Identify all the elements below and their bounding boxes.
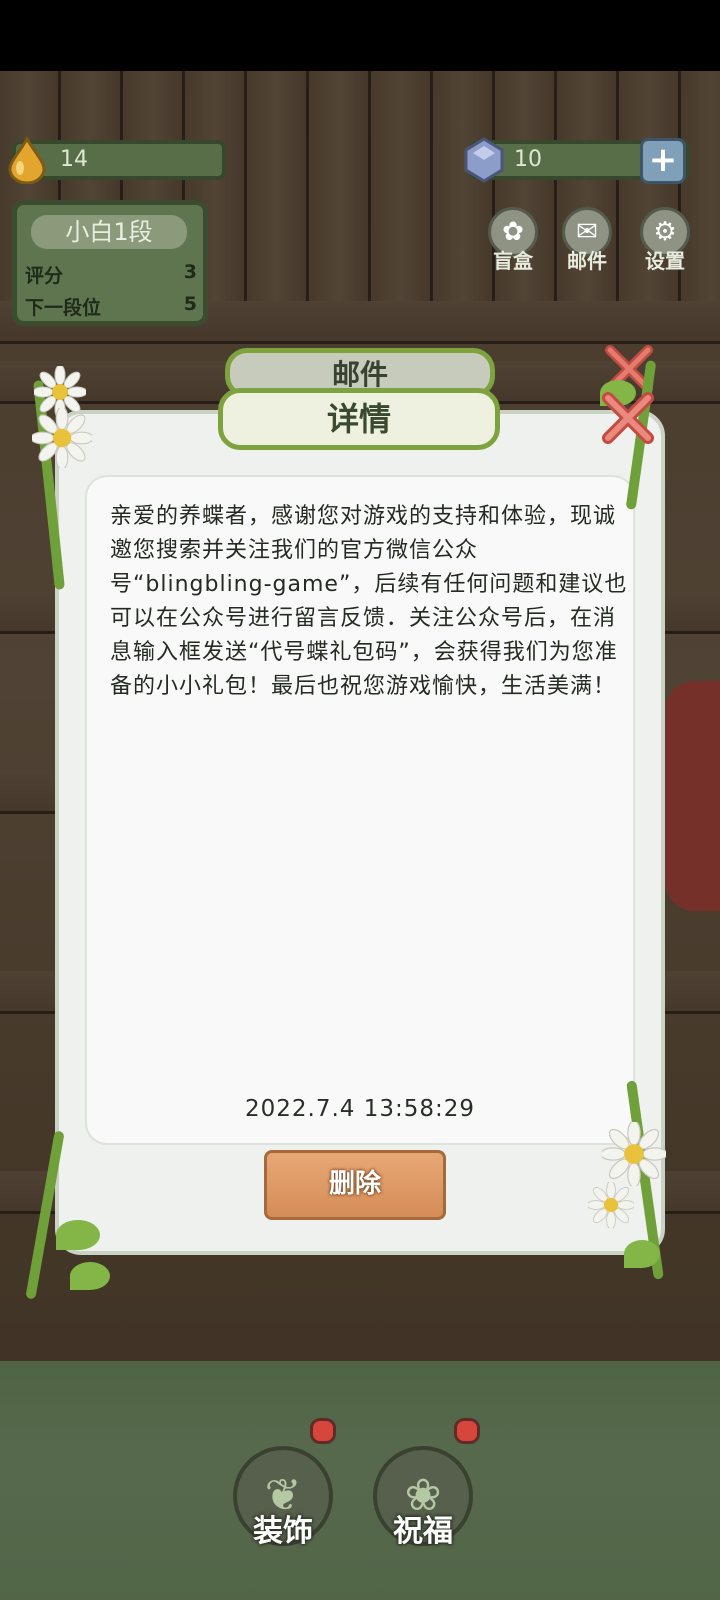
- daisy-icon: [588, 1182, 634, 1228]
- decorate-label: 装饰: [253, 1514, 313, 1549]
- delete-button[interactable]: 删除: [264, 1150, 446, 1220]
- gem-icon: [464, 137, 504, 183]
- rank-title: 小白1段: [31, 215, 187, 249]
- decorate-notification-dot: [310, 1418, 336, 1444]
- daisy-icon: [602, 1122, 666, 1186]
- blessing-notification-dot: [454, 1418, 480, 1444]
- status-bar: [0, 0, 720, 71]
- next-rank-value: 5: [183, 293, 197, 315]
- score-row: 评分 3: [25, 261, 197, 287]
- leaf-decoration: [624, 1240, 660, 1268]
- leaf-decoration: [70, 1262, 110, 1290]
- blessing-button[interactable]: ❀ 祝福: [368, 1446, 478, 1566]
- score-value: 3: [183, 261, 197, 283]
- next-rank-row: 下一段位 5: [25, 293, 197, 319]
- plus-icon: +: [648, 140, 678, 180]
- rank-panel: 小白1段 评分 3 下一段位 5: [12, 200, 208, 326]
- settings-button[interactable]: ⚙ 设置: [632, 207, 698, 277]
- water-count: 14: [60, 147, 88, 172]
- mail-label: 邮件: [567, 249, 607, 273]
- blindbox-label: 盲盒: [493, 249, 533, 273]
- add-gem-button[interactable]: +: [640, 138, 686, 184]
- gem-count: 10: [514, 147, 542, 172]
- mail-timestamp: 2022.7.4 13:58:29: [244, 1096, 476, 1122]
- close-icon[interactable]: [598, 388, 658, 448]
- settings-label: 设置: [645, 249, 685, 273]
- decorate-button[interactable]: ❦ 装饰: [228, 1446, 338, 1566]
- leaf-decoration: [56, 1220, 100, 1250]
- water-drop-icon: [8, 136, 46, 184]
- detail-title: 详情: [218, 388, 500, 450]
- next-rank-label: 下一段位: [25, 297, 102, 319]
- score-label: 评分: [25, 265, 64, 287]
- daisy-icon: [32, 408, 92, 468]
- mail-button[interactable]: ✉ 邮件: [554, 207, 620, 277]
- mail-message-body: 亲爱的养蝶者，感谢您对游戏的支持和体验，现诚邀您搜索并关注我们的官方微信公众号“…: [110, 504, 628, 699]
- blindbox-button[interactable]: ✿ 盲盒: [480, 207, 546, 277]
- blessing-label: 祝福: [393, 1514, 453, 1549]
